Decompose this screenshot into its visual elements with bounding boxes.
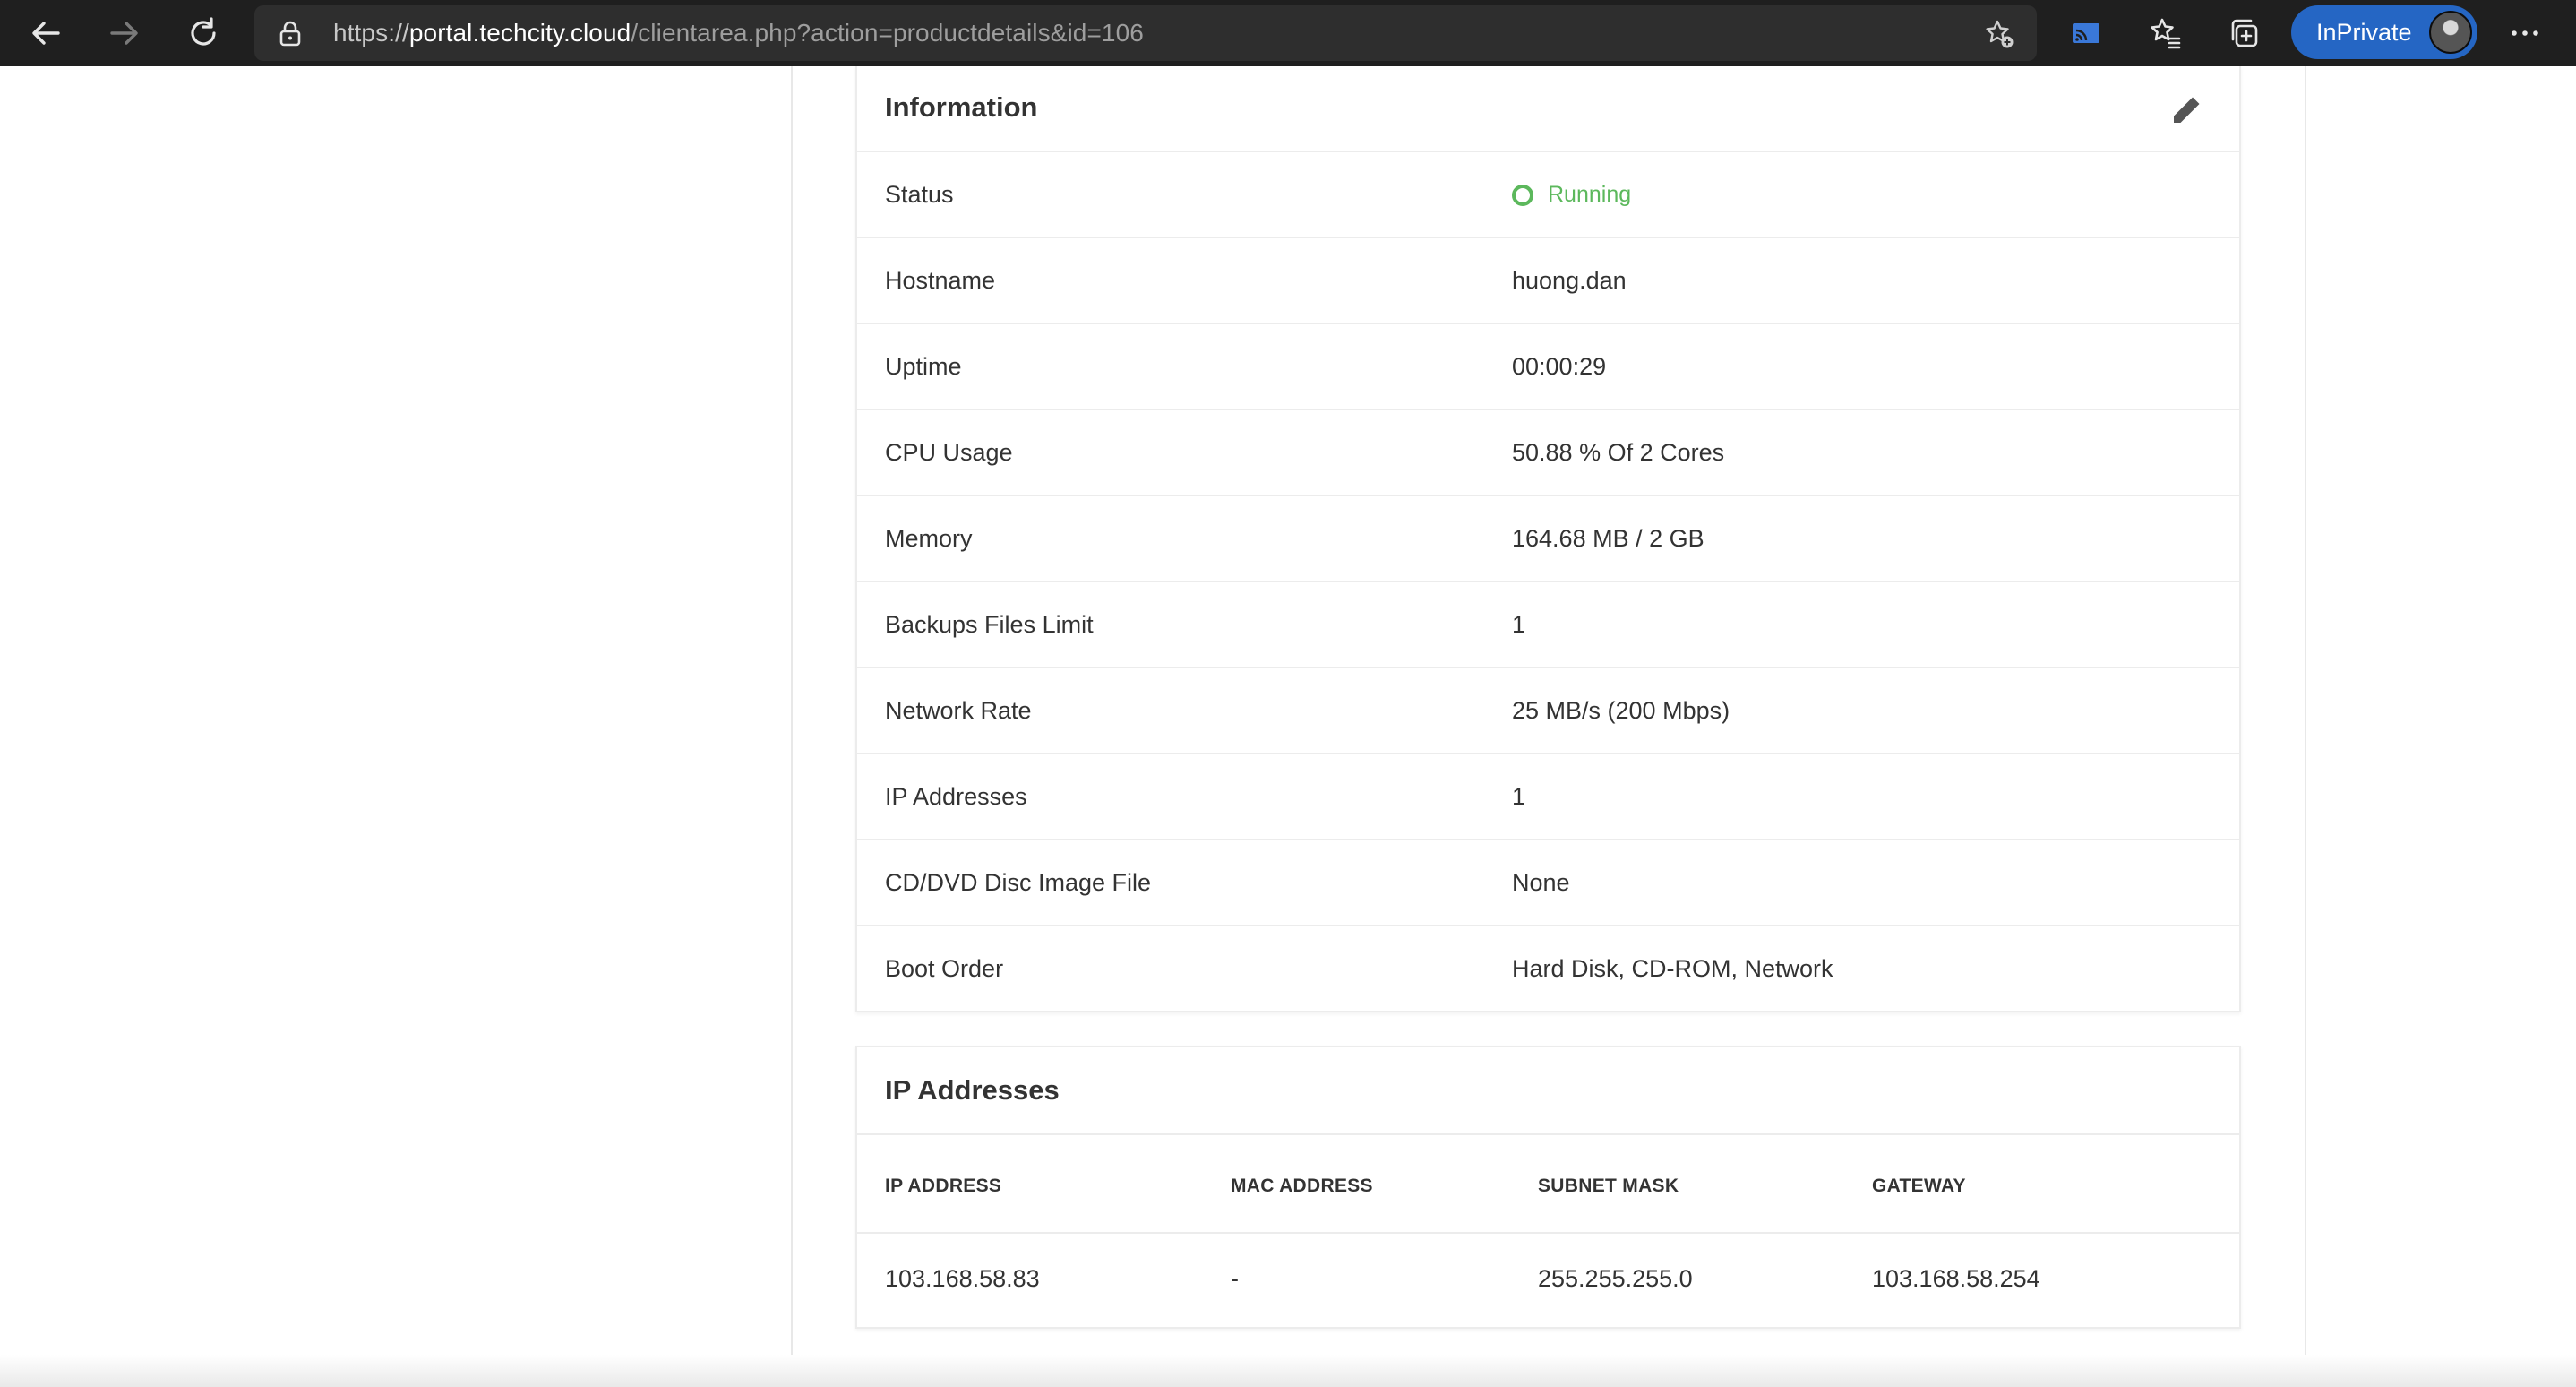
collections-icon xyxy=(2231,19,2258,47)
info-label: Status xyxy=(885,181,954,208)
info-label: IP Addresses xyxy=(885,783,1027,810)
status-value: Running xyxy=(1548,182,1632,207)
edit-button[interactable] xyxy=(2168,90,2207,129)
more-menu-button[interactable] xyxy=(2501,9,2549,57)
favorites-icon xyxy=(2151,18,2181,49)
column-header-mac-address: MAC ADDRESS xyxy=(1231,1176,1373,1196)
inprivate-label: InPrivate xyxy=(2316,19,2412,46)
info-label: Memory xyxy=(885,525,973,552)
info-row-memory: Memory 164.68 MB / 2 GB xyxy=(857,496,2239,582)
lock-icon[interactable] xyxy=(278,21,303,47)
favorites-button[interactable] xyxy=(2141,9,2189,57)
forward-arrow-icon xyxy=(110,22,138,45)
forward-button[interactable] xyxy=(100,9,149,57)
subnet-mask-cell: 255.255.255.0 xyxy=(1538,1265,1693,1292)
info-value: 1 xyxy=(1512,611,1526,638)
window-bottom-edge xyxy=(0,1355,2576,1387)
info-row-backups-limit: Backups Files Limit 1 xyxy=(857,582,2239,668)
info-value: Hard Disk, CD-ROM, Network xyxy=(1512,955,1833,982)
collections-button[interactable] xyxy=(2220,9,2268,57)
profile-avatar xyxy=(2429,11,2472,54)
information-card: Information Status Running Hostname huon… xyxy=(855,66,2241,1012)
info-value: 25 MB/s (200 Mbps) xyxy=(1512,697,1730,724)
info-label: Uptime xyxy=(885,353,962,380)
pencil-icon xyxy=(2174,95,2202,123)
back-button[interactable] xyxy=(21,9,70,57)
table-row: 103.168.58.83 - 255.255.255.0 103.168.58… xyxy=(857,1234,2239,1327)
info-label: CD/DVD Disc Image File xyxy=(885,869,1152,896)
info-value: 50.88 % Of 2 Cores xyxy=(1512,439,1725,466)
info-value: 164.68 MB / 2 GB xyxy=(1512,525,1704,552)
info-value: 00:00:29 xyxy=(1512,353,1607,380)
info-label: Boot Order xyxy=(885,955,1004,982)
info-row-hostname: Hostname huong.dan xyxy=(857,238,2239,324)
ip-addresses-title: IP Addresses xyxy=(885,1074,1060,1106)
info-label: CPU Usage xyxy=(885,439,1013,466)
back-arrow-icon xyxy=(32,22,60,45)
ip-table-header: IP ADDRESS MAC ADDRESS SUBNET MASK GATEW… xyxy=(857,1135,2239,1234)
info-label: Network Rate xyxy=(885,697,1032,724)
gateway-cell: 103.168.58.254 xyxy=(1872,1265,2040,1292)
inprivate-button[interactable]: InPrivate xyxy=(2291,5,2477,59)
ip-addresses-card: IP Addresses IP ADDRESS MAC ADDRESS SUBN… xyxy=(855,1046,2241,1329)
column-header-gateway: GATEWAY xyxy=(1872,1176,1966,1196)
reload-button[interactable] xyxy=(179,9,228,57)
info-row-status: Status Running xyxy=(857,152,2239,238)
status-circle-icon xyxy=(1512,185,1533,206)
information-title: Information xyxy=(885,91,1038,123)
column-header-ip-address: IP ADDRESS xyxy=(885,1176,1002,1196)
url-host: portal.techcity.cloud xyxy=(408,19,631,47)
address-bar[interactable]: https://portal.techcity.cloud/clientarea… xyxy=(254,5,2037,61)
info-row-network-rate: Network Rate 25 MB/s (200 Mbps) xyxy=(857,668,2239,754)
ip-addresses-header: IP Addresses xyxy=(857,1047,2239,1135)
info-value: huong.dan xyxy=(1512,267,1627,294)
ip-address-cell: 103.168.58.83 xyxy=(885,1265,1040,1292)
info-value: None xyxy=(1512,869,1570,896)
information-header: Information xyxy=(857,66,2239,152)
info-row-boot-order: Boot Order Hard Disk, CD-ROM, Network xyxy=(857,926,2239,1012)
info-row-disc-image: CD/DVD Disc Image File None xyxy=(857,840,2239,926)
column-header-subnet-mask: SUBNET MASK xyxy=(1538,1176,1679,1196)
info-row-uptime: Uptime 00:00:29 xyxy=(857,324,2239,410)
info-row-cpu-usage: CPU Usage 50.88 % Of 2 Cores xyxy=(857,410,2239,496)
url-path: /clientarea.php?action=productdetails&id… xyxy=(631,19,1144,47)
browser-toolbar: https://portal.techcity.cloud/clientarea… xyxy=(0,0,2576,66)
info-label: Backups Files Limit xyxy=(885,611,1094,638)
add-favorite-icon[interactable] xyxy=(1983,18,2015,50)
more-dots-icon xyxy=(2512,30,2538,36)
cast-button[interactable] xyxy=(2062,9,2110,57)
info-row-ip-addresses: IP Addresses 1 xyxy=(857,754,2239,840)
info-label: Hostname xyxy=(885,267,996,294)
url-text: https://portal.techcity.cloud/clientarea… xyxy=(333,5,1144,61)
url-scheme: https:// xyxy=(333,19,409,47)
info-value: 1 xyxy=(1512,783,1526,810)
cast-icon xyxy=(2073,23,2099,43)
reload-icon xyxy=(191,17,216,46)
mac-address-cell: - xyxy=(1231,1265,1239,1292)
